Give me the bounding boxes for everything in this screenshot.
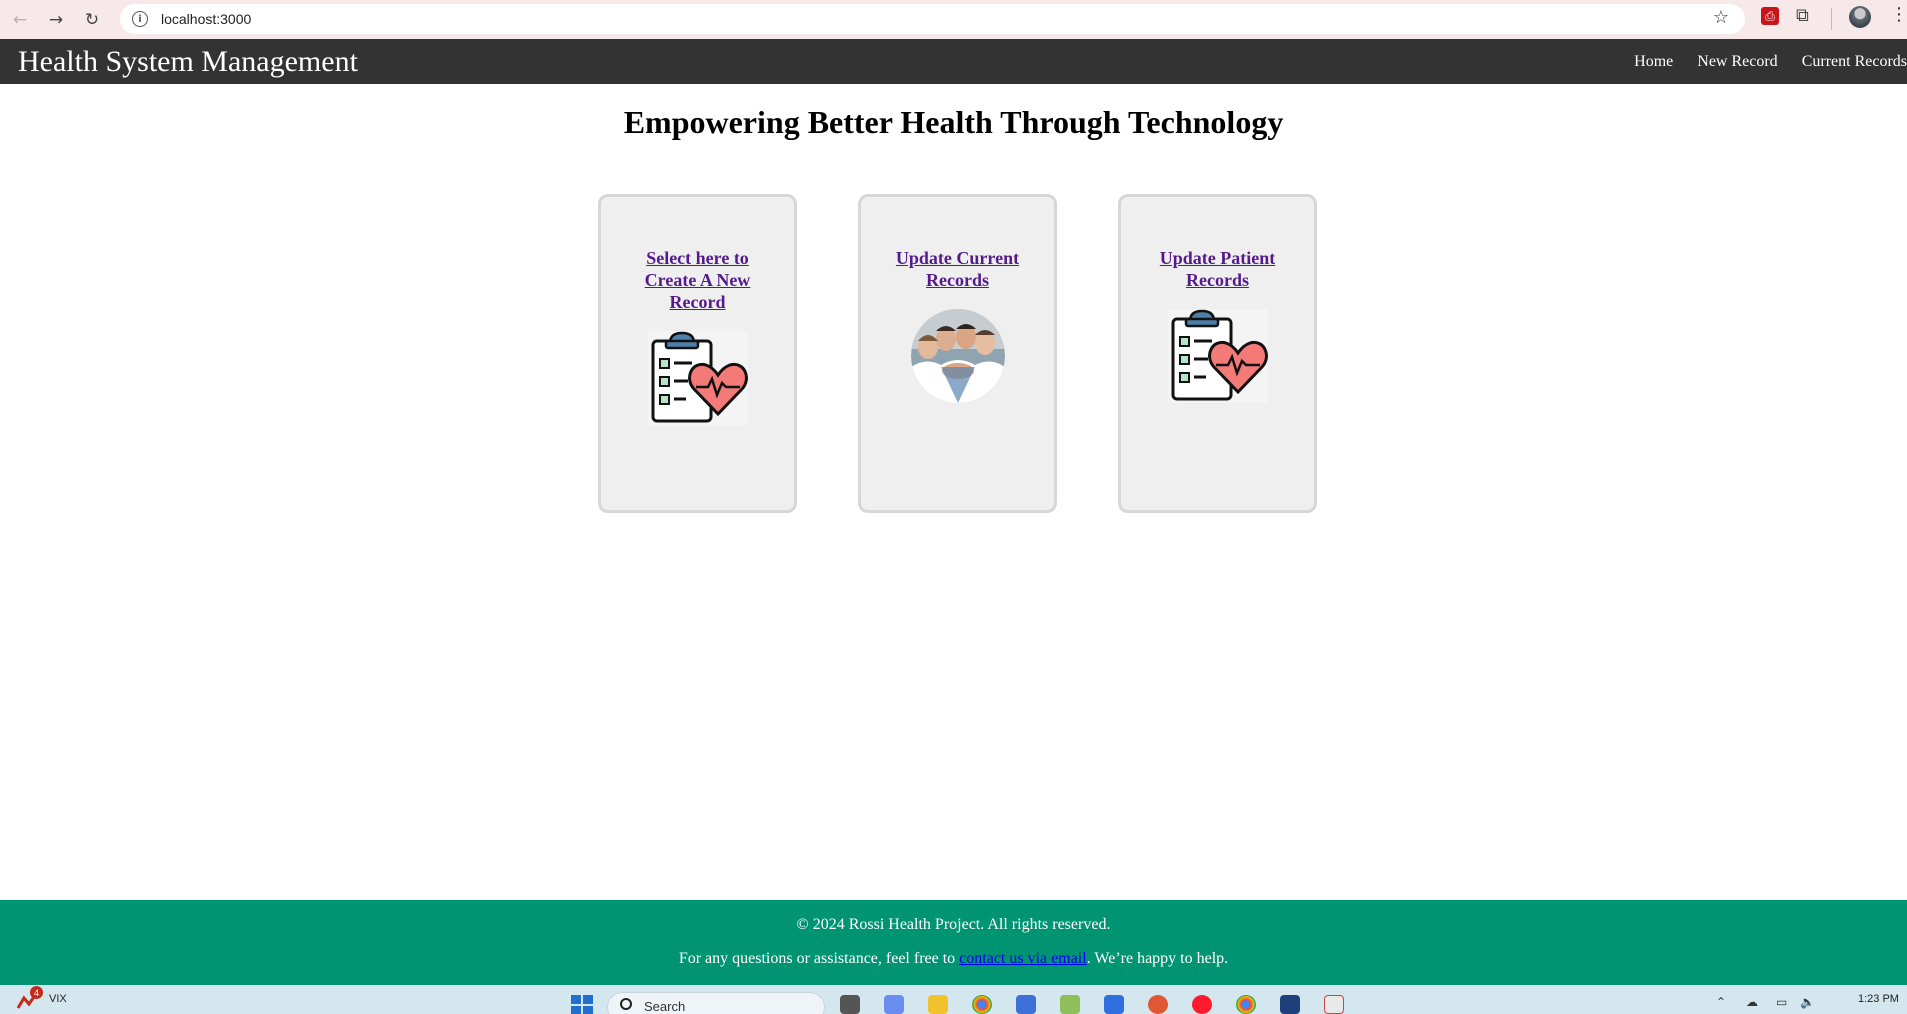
arrow-right-icon: → bbox=[48, 9, 64, 30]
profile-avatar[interactable] bbox=[1849, 6, 1871, 28]
windows-taskbar: 4 VIX Search ⌃ ☁ ▭ 🔈 1:23 PM bbox=[0, 985, 1907, 1014]
reload-button[interactable]: ↻ bbox=[74, 5, 110, 35]
site-nav: Home New Record Current Records bbox=[1634, 39, 1907, 84]
file-explorer-icon[interactable] bbox=[928, 995, 948, 1014]
address-bar[interactable]: i localhost:3000 ☆ bbox=[120, 4, 1745, 34]
update-patient-records-card: Update Patient Records bbox=[1118, 194, 1317, 513]
nav-new-record-link[interactable]: New Record bbox=[1697, 53, 1777, 71]
taskbar-search[interactable]: Search bbox=[607, 992, 825, 1014]
browser-toolbar: ← → ↻ i localhost:3000 ☆ ⎙ ⧉ ⋮ bbox=[0, 0, 1907, 39]
pdf-extension-icon[interactable]: ⎙ bbox=[1761, 7, 1779, 25]
clock-time[interactable]: 1:23 PM bbox=[1858, 993, 1899, 1005]
onedrive-icon[interactable]: ☁ bbox=[1746, 995, 1758, 1009]
arrow-left-icon: ← bbox=[12, 9, 28, 30]
footer-contact-suffix: . We’re happy to help. bbox=[1086, 950, 1229, 967]
reload-icon: ↻ bbox=[84, 9, 100, 30]
chevron-up-icon[interactable]: ⌃ bbox=[1716, 995, 1726, 1009]
back-button[interactable]: ← bbox=[2, 5, 38, 35]
footer-contact-line: For any questions or assistance, feel fr… bbox=[0, 950, 1907, 968]
clipboard-heart-icon[interactable] bbox=[647, 331, 748, 425]
footer-copyright: © 2024 Rossi Health Project. All rights … bbox=[796, 916, 1111, 933]
task-view-icon[interactable] bbox=[840, 995, 860, 1014]
snipping-tool-icon[interactable] bbox=[1324, 995, 1344, 1014]
forward-button[interactable]: → bbox=[38, 5, 74, 35]
create-record-link[interactable]: Select here to Create A New Record bbox=[636, 247, 760, 313]
site-title: Health System Management bbox=[18, 44, 358, 78]
webstorm-icon[interactable] bbox=[1280, 995, 1300, 1014]
app-icon[interactable] bbox=[1060, 995, 1080, 1014]
contact-email-link[interactable]: contact us via email bbox=[959, 950, 1087, 967]
taskbar-search-label: Search bbox=[644, 999, 686, 1014]
chrome-icon[interactable] bbox=[972, 995, 992, 1014]
clipboard-heart-icon[interactable] bbox=[1167, 309, 1268, 403]
url-text[interactable]: localhost:3000 bbox=[161, 11, 251, 27]
site-header: Health System Management Home New Record… bbox=[0, 39, 1907, 84]
update-current-records-card: Update Current Records bbox=[858, 194, 1057, 513]
kebab-menu-icon[interactable]: ⋮ bbox=[1890, 4, 1907, 25]
nav-current-records-link[interactable]: Current Records bbox=[1802, 53, 1907, 71]
copilot-icon[interactable] bbox=[884, 995, 904, 1014]
notification-badge: 4 bbox=[30, 986, 43, 999]
update-patient-records-link[interactable]: Update Patient Records bbox=[1156, 247, 1280, 291]
toolbar-divider bbox=[1831, 8, 1832, 30]
stock-ticker-label[interactable]: VIX bbox=[49, 993, 67, 1005]
app-icon[interactable] bbox=[1016, 995, 1036, 1014]
duckduckgo-icon[interactable] bbox=[1148, 995, 1168, 1014]
create-record-card: Select here to Create A New Record bbox=[598, 194, 797, 513]
nav-home-link[interactable]: Home bbox=[1634, 53, 1673, 71]
footer-contact-prefix: For any questions or assistance, feel fr… bbox=[678, 950, 960, 967]
medical-team-photo[interactable] bbox=[910, 309, 1005, 403]
opera-icon[interactable] bbox=[1192, 995, 1212, 1014]
info-icon[interactable]: i bbox=[132, 11, 148, 27]
puzzle-icon[interactable]: ⧉ bbox=[1796, 5, 1809, 26]
star-icon[interactable]: ☆ bbox=[1713, 7, 1729, 28]
network-icon[interactable]: ▭ bbox=[1776, 995, 1787, 1009]
update-current-records-link[interactable]: Update Current Records bbox=[896, 247, 1020, 291]
chrome-active-icon[interactable] bbox=[1236, 995, 1256, 1014]
search-icon bbox=[620, 998, 632, 1010]
windows-start-icon[interactable] bbox=[571, 995, 593, 1014]
card-row: Select here to Create A New Record Updat… bbox=[598, 194, 1317, 513]
app-icon[interactable] bbox=[1104, 995, 1124, 1014]
volume-icon[interactable]: 🔈 bbox=[1800, 995, 1815, 1009]
page-headline: Empowering Better Health Through Technol… bbox=[623, 104, 1284, 140]
site-footer: © 2024 Rossi Health Project. All rights … bbox=[0, 900, 1907, 985]
